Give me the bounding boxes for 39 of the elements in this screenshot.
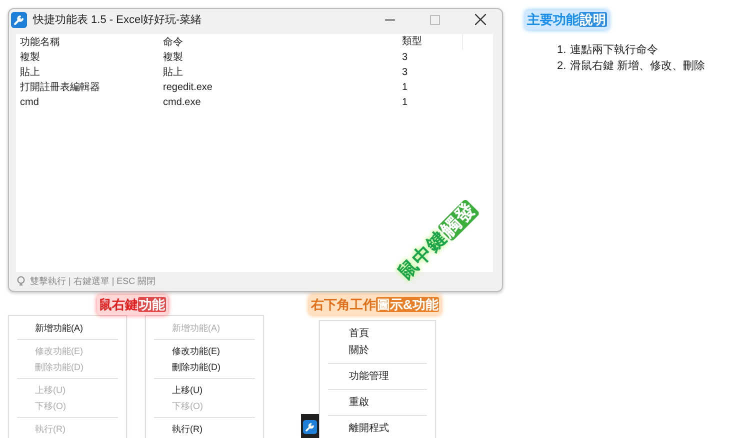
table-cell-text: cmd [20, 96, 40, 108]
column-header[interactable]: 類型 [402, 34, 463, 50]
overlay-label: 鼠中鍵 觸發 [394, 198, 482, 286]
window-title: 快捷功能表 1.5 - Excel好好玩-菜緒 [33, 13, 203, 28]
section-label: 鼠右鍵功能 [97, 295, 168, 315]
menu-item[interactable]: 刪除功能(D) [146, 359, 263, 375]
table-cell-text: 打開註冊表編輯器 [20, 80, 101, 94]
wrench-icon[interactable] [303, 420, 317, 434]
table-cell-text: 貼上 [20, 66, 41, 80]
wrench-icon [11, 12, 27, 28]
menu-item[interactable]: 修改功能(E) [146, 343, 263, 359]
menu-item[interactable]: 離開程式 [320, 420, 435, 437]
help-item: 滑鼠右鍵 新增、修改、刪除 [570, 58, 706, 74]
table-cell-text: regedit.exe [163, 82, 214, 93]
close-icon[interactable] [475, 14, 486, 26]
table-cell-text: cmd.exe [163, 96, 202, 108]
status-text: 雙擊執行 | 右鍵選單 | ESC 關閉 [30, 275, 156, 288]
section-label: 右下角工作圖示&功能 [309, 295, 442, 315]
table-cell-text: 1 [402, 82, 409, 93]
table-cell-text: 3 [402, 52, 409, 63]
lightbulb-icon [17, 276, 25, 287]
table-cell-text: 貼上 [163, 66, 184, 80]
menu-item[interactable]: 新增功能(A) [9, 320, 126, 336]
table-cell-text: 1 [402, 96, 409, 108]
menu-item[interactable]: 關於 [320, 342, 435, 359]
help-title: 主要功能說明 [525, 10, 609, 30]
column-header[interactable]: 功能名稱 [20, 34, 163, 49]
table-cell-text: 3 [402, 66, 409, 78]
menu-item[interactable]: 重啟 [320, 394, 435, 411]
help-item: 連點兩下執行命令 [570, 43, 658, 58]
table-cell-text: 複製 [163, 50, 184, 64]
list-number: 2. [557, 59, 566, 74]
menu-item[interactable]: 首頁 [320, 325, 435, 342]
menu-item[interactable]: 上移(U) [146, 382, 263, 398]
column-header[interactable]: 命令 [163, 34, 402, 49]
menu-item[interactable]: 執行(R) [146, 421, 263, 437]
table-cell-text: 複製 [20, 50, 41, 64]
menu-item[interactable]: 功能管理 [320, 368, 435, 385]
list-number: 1. [557, 43, 566, 58]
